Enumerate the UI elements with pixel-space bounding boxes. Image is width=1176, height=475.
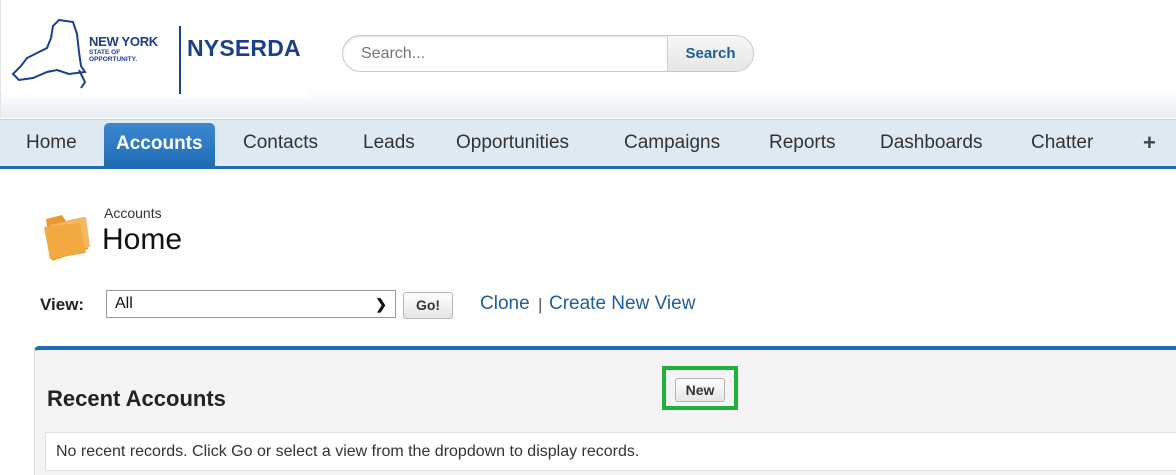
ny-state-outline-icon [11, 18, 87, 89]
search-box: Search [342, 35, 754, 72]
tab-campaigns[interactable]: Campaigns [624, 120, 720, 167]
nyserda-logo[interactable]: NEW YORK STATE OF OPPORTUNITY. NYSERDA [7, 8, 309, 98]
search-button[interactable]: Search [667, 36, 753, 71]
tab-accounts[interactable]: Accounts [104, 123, 215, 167]
tab-chatter[interactable]: Chatter [1031, 120, 1093, 167]
tab-contacts[interactable]: Contacts [243, 120, 318, 167]
empty-records-message: No recent records. Click Go or select a … [56, 443, 640, 460]
go-button[interactable]: Go! [403, 292, 453, 319]
ny-state-tagline: STATE OF OPPORTUNITY. [89, 49, 138, 63]
tab-dashboards[interactable]: Dashboards [880, 120, 982, 167]
page-title: Home [102, 223, 183, 256]
tab-opportunities[interactable]: Opportunities [456, 120, 569, 167]
folder-icon [44, 215, 90, 261]
tab-leads[interactable]: Leads [363, 120, 415, 167]
tab-reports[interactable]: Reports [769, 120, 836, 167]
view-label: View: [40, 295, 85, 314]
chevron-down-icon: ❯ [375, 296, 387, 312]
recent-records-body: No recent records. Click Go or select a … [45, 432, 1176, 471]
breadcrumb: Accounts [104, 205, 162, 221]
search-input[interactable] [343, 36, 667, 71]
link-separator: | [538, 295, 543, 314]
recent-accounts-title: Recent Accounts [47, 386, 226, 411]
ny-state-name: NEW YORK [89, 34, 158, 49]
logo-divider [179, 26, 181, 94]
clone-link[interactable]: Clone [480, 293, 530, 315]
new-button[interactable]: New [675, 378, 725, 402]
tab-home[interactable]: Home [26, 120, 77, 167]
tab-bar: Home Accounts Contacts Leads Opportuniti… [0, 119, 1176, 169]
create-new-view-link[interactable]: Create New View [549, 293, 695, 315]
view-select[interactable]: All ❯ [106, 290, 396, 318]
app-header: NEW YORK STATE OF OPPORTUNITY. NYSERDA S… [0, 0, 1176, 118]
org-name: NYSERDA [187, 35, 301, 61]
recent-accounts-panel: Recent Accounts New No recent records. C… [34, 346, 1176, 475]
more-tabs-button[interactable]: + [1143, 120, 1156, 167]
view-select-value: All [115, 295, 133, 312]
new-button-highlight: New [662, 366, 738, 410]
